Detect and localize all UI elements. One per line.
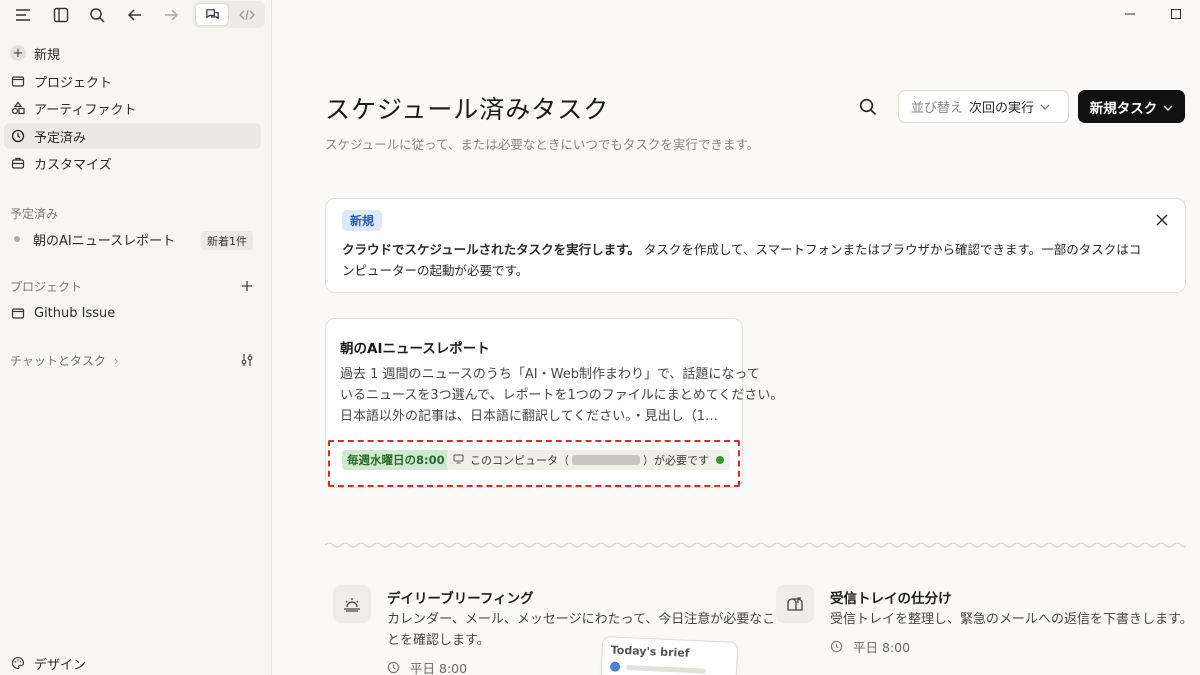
banner-text: クラウドでスケジュールされたタスクを実行します。 タスクを作成して、スマートフォ… xyxy=(342,239,1142,281)
daily-brief-preview: Today's brief xyxy=(599,636,739,675)
folder-icon xyxy=(10,73,26,89)
mailbox-icon xyxy=(776,585,814,623)
back-arrow-icon[interactable] xyxy=(124,4,146,26)
sort-dropdown[interactable]: 並び替え 次回の実行 xyxy=(898,90,1069,123)
new-task-label: 新規タスク xyxy=(1089,100,1158,117)
shapes-icon xyxy=(10,100,26,116)
sidebar-item-label: プロジェクト xyxy=(34,75,113,91)
requirement-suffix: ）が必要です xyxy=(643,454,709,467)
template-schedule: 平日 8:00 xyxy=(830,637,910,656)
preview-title: Today's brief xyxy=(610,643,690,660)
chat-task-section-label: チャットとタスク xyxy=(10,354,106,368)
close-icon[interactable] xyxy=(1153,211,1171,229)
info-banner: 新規 クラウドでスケジュールされたタスクを実行します。 タスクを作成して、スマー… xyxy=(325,198,1186,293)
sort-value-label: 次回の実行 xyxy=(969,101,1035,116)
sidebar: + 新規 プロジェクト アーティファクト 予定済み カスタマイズ 予定済み 朝の… xyxy=(0,0,272,675)
sidebar-item-label: アーティファクト xyxy=(34,102,137,118)
template-name: デイリーブリーフィング xyxy=(387,591,534,607)
sidebar-item-label: デザイン xyxy=(34,657,87,673)
sidebar-toggle-icon[interactable] xyxy=(50,4,72,26)
chevron-down-icon xyxy=(1163,99,1173,115)
template-desc-line: カレンダー、メール、メッセージにわたって、今日注意が必要なこ xyxy=(387,612,776,627)
sidebar-item-label: 朝のAIニュースレポート xyxy=(33,233,176,249)
requirement-prefix: このコンピュータ（ xyxy=(470,454,569,467)
mode-switch xyxy=(193,1,265,28)
search-tasks-icon[interactable] xyxy=(856,95,880,119)
online-status-dot xyxy=(716,456,724,464)
wavy-divider xyxy=(325,542,1186,548)
task-desc-line: 過去 1 週間のニュースのうち「AI・Web制作まわり」で、話題になって xyxy=(340,367,760,382)
task-card-title: 朝のAIニュースレポート xyxy=(340,341,490,357)
code-mode-icon[interactable] xyxy=(231,3,263,26)
sidebar-item-new[interactable]: + 新規 xyxy=(4,40,261,66)
sunrise-icon xyxy=(333,585,371,623)
sidebar-item-projects[interactable]: プロジェクト xyxy=(4,68,261,94)
sidebar-toolbar xyxy=(0,0,272,30)
page-subtitle: スケジュールに従って、または必要なときにいつでもタスクを実行できます。 xyxy=(325,137,760,152)
task-desc-line: 日本語以外の記事は、日本語に翻訳してください。・見出し（1… xyxy=(340,409,718,424)
folder-icon xyxy=(10,305,26,321)
forward-arrow-icon[interactable] xyxy=(160,4,182,26)
template-schedule-text: 平日 8:00 xyxy=(410,661,468,675)
clock-icon xyxy=(10,128,26,144)
sidebar-item-artifacts[interactable]: アーティファクト xyxy=(4,95,261,121)
template-schedule: 平日 8:00 xyxy=(387,658,467,675)
monitor-icon xyxy=(453,454,464,467)
palette-icon xyxy=(10,655,26,671)
sidebar-item-customize[interactable]: カスタマイズ xyxy=(4,150,261,176)
briefcase-icon xyxy=(10,155,26,171)
template-name: 受信トレイの仕分け xyxy=(830,591,952,607)
sidebar-item-github-issue[interactable]: Github Issue xyxy=(4,300,261,326)
plus-icon: + xyxy=(10,45,26,61)
sidebar-item-scheduled[interactable]: 予定済み xyxy=(4,123,261,149)
sort-key-label: 並び替え xyxy=(911,101,964,116)
new-count-badge: 新着1件 xyxy=(201,231,253,250)
chat-mode-icon[interactable] xyxy=(195,3,229,26)
page-title: スケジュール済みタスク xyxy=(325,95,610,124)
template-schedule-text: 平日 8:00 xyxy=(853,640,911,655)
menu-icon[interactable] xyxy=(12,4,34,26)
sidebar-item-label: 予定済み xyxy=(34,130,87,146)
template-description: 受信トレイを整理し、緊急のメールへの返信を下書きします。 xyxy=(830,609,1193,630)
add-project-icon[interactable] xyxy=(239,278,255,294)
chevron-down-icon xyxy=(1040,99,1050,114)
task-desc-line: いるニュースを3つ選んで、レポートを1つのファイルにまとめてください。 xyxy=(340,388,784,403)
filter-sliders-icon[interactable] xyxy=(239,352,255,368)
sidebar-item-label: 新規 xyxy=(34,47,61,63)
check-icon xyxy=(609,661,621,672)
chat-task-section-toggle[interactable]: チャットとタスク › xyxy=(10,352,119,369)
redacted-name xyxy=(572,455,640,465)
template-desc-line: 受信トレイを整理し、緊急のメールへの返信を下書きします。 xyxy=(830,612,1193,627)
projects-section-label: プロジェクト xyxy=(10,280,83,294)
task-card[interactable]: 朝のAIニュースレポート 過去 1 週間のニュースのうち「AI・Web制作まわり… xyxy=(325,318,784,488)
sidebar-item-label: カスタマイズ xyxy=(34,157,112,173)
scheduled-section-label: 予定済み xyxy=(10,207,59,221)
clock-icon xyxy=(387,661,400,674)
requirement-tag: このコンピュータ（ ）が必要です xyxy=(447,450,730,470)
banner-bold-text: クラウドでスケジュールされたタスクを実行します。 xyxy=(342,242,640,257)
sidebar-item-design[interactable]: デザイン xyxy=(4,650,261,675)
status-dot xyxy=(14,236,20,242)
chevron-right-icon: › xyxy=(113,353,119,368)
new-pill: 新規 xyxy=(342,210,383,231)
schedule-tag: 毎週水曜日の8:00 xyxy=(342,450,450,470)
preview-line xyxy=(625,665,707,674)
task-card-description: 過去 1 週間のニュースのうち「AI・Web制作まわり」で、話題になって いるニ… xyxy=(340,364,784,427)
sidebar-item-label: Github Issue xyxy=(34,305,116,321)
main-content: スケジュール済みタスク スケジュールに従って、または必要なときにいつでもタスクを… xyxy=(272,0,1200,675)
new-task-button[interactable]: 新規タスク xyxy=(1078,90,1185,123)
clock-icon xyxy=(830,640,843,653)
search-icon[interactable] xyxy=(86,4,108,26)
